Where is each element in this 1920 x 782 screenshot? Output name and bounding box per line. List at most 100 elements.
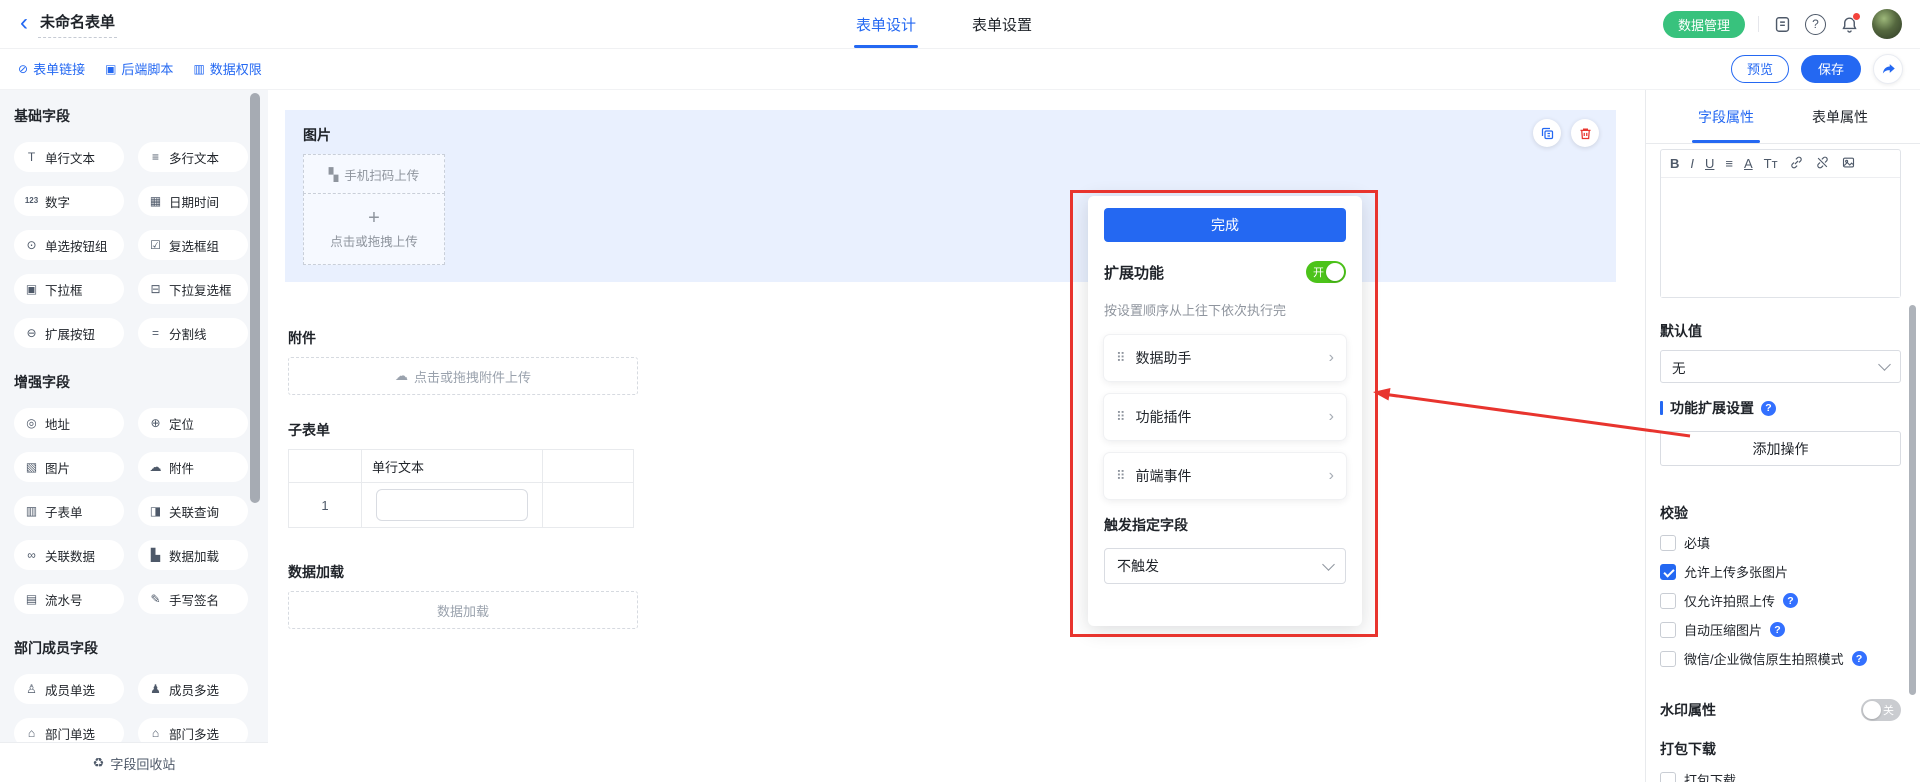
sidebar-field-item[interactable]: ✎手写签名 xyxy=(138,584,248,614)
underline-icon[interactable]: U xyxy=(1705,156,1714,171)
allow-multiple-images-checkbox[interactable] xyxy=(1660,564,1676,580)
sidebar-field-item[interactable]: ⊙单选按钮组 xyxy=(14,230,124,260)
align-icon[interactable]: ≡ xyxy=(1725,156,1733,171)
drag-handle-icon[interactable]: ⠿ xyxy=(1116,468,1126,484)
extension-card[interactable]: ⠿ 数据助手 › xyxy=(1104,335,1346,381)
sidebar-field-item[interactable]: ▥子表单 xyxy=(14,496,124,526)
default-value-select[interactable]: 无 xyxy=(1660,350,1901,383)
notification-bell-icon[interactable] xyxy=(1839,14,1859,34)
chevron-right-icon: › xyxy=(1329,349,1334,367)
copy-field-button[interactable] xyxy=(1533,119,1561,147)
qr-scan-upload-box[interactable]: ▚ 手机扫码上传 xyxy=(303,154,445,194)
data-load-placeholder-box[interactable]: 数据加载 xyxy=(288,591,638,629)
bold-icon[interactable]: B xyxy=(1670,156,1679,171)
sidebar-field-item[interactable]: ☁附件 xyxy=(138,452,248,482)
insert-link-icon[interactable] xyxy=(1789,155,1804,173)
sidebar-field-item[interactable]: ▙数据加载 xyxy=(138,540,248,570)
sidebar-field-item[interactable]: ◨关联查询 xyxy=(138,496,248,526)
help-circle-icon[interactable]: ? xyxy=(1770,622,1785,637)
extension-card[interactable]: ⠿ 功能插件 › xyxy=(1104,394,1346,440)
image-icon: ▧ xyxy=(24,461,39,473)
address-book-icon[interactable] xyxy=(1772,14,1792,34)
sidebar-field-item[interactable]: =分割线 xyxy=(138,318,248,348)
cloud-upload-icon: ☁ xyxy=(395,368,408,384)
image-field-selected[interactable]: 图片 ▚ 手机扫码上传 + 点击或拖拽上传 xyxy=(285,110,1616,282)
drag-handle-icon[interactable]: ⠿ xyxy=(1116,409,1126,425)
package-download-checkbox[interactable] xyxy=(1660,772,1676,782)
sidebar-field-item[interactable]: ☑复选框组 xyxy=(138,230,248,260)
data-load-field[interactable]: 数据加载 数据加载 xyxy=(288,562,638,629)
font-color-icon[interactable]: A xyxy=(1744,156,1753,171)
remove-link-icon[interactable] xyxy=(1815,155,1830,173)
tab-form-properties[interactable]: 表单属性 xyxy=(1812,90,1868,143)
auto-compress-checkbox[interactable] xyxy=(1660,622,1676,638)
help-circle-icon[interactable]: ? xyxy=(1761,401,1776,416)
description-input[interactable] xyxy=(1661,178,1900,297)
sidebar-field-item[interactable]: ♙成员单选 xyxy=(14,674,124,704)
sidebar-field-item[interactable]: ≡多行文本 xyxy=(138,142,248,172)
attachment-field[interactable]: 附件 ☁ 点击或拖拽附件上传 xyxy=(288,328,638,395)
avatar[interactable] xyxy=(1872,9,1902,39)
properties-panel: 字段属性 表单属性 B I U ≡ A Tᴛ 默认值 无 xyxy=(1645,90,1920,782)
field-label: 下拉复选框 xyxy=(169,280,232,299)
form-link-label: 表单链接 xyxy=(33,59,85,78)
tab-field-properties[interactable]: 字段属性 xyxy=(1698,90,1754,143)
sidebar-field-item[interactable]: ⌂部门多选 xyxy=(138,718,248,742)
field-label: 关联数据 xyxy=(45,546,95,565)
subform-field[interactable]: 子表单 单行文本 1 xyxy=(288,420,634,528)
tab-form-design[interactable]: 表单设计 xyxy=(852,0,920,48)
extension-card[interactable]: ⠿ 前端事件 › xyxy=(1104,453,1346,499)
sidebar-field-item[interactable]: ♟成员多选 xyxy=(138,674,248,704)
help-circle-icon[interactable]: ? xyxy=(1783,593,1798,608)
form-title[interactable]: 未命名表单 xyxy=(38,11,117,38)
properties-scrollbar[interactable] xyxy=(1909,305,1916,695)
function-extension-label: 功能扩展设置 xyxy=(1670,398,1754,418)
help-circle-icon[interactable]: ? xyxy=(1852,651,1867,666)
extension-toggle[interactable]: 开 xyxy=(1306,261,1346,283)
sidebar-scrollbar[interactable] xyxy=(250,93,260,503)
sidebar-field-item[interactable]: ▣下拉框 xyxy=(14,274,124,304)
field-recycle-bin[interactable]: ♻ 字段回收站 xyxy=(0,742,268,782)
sidebar-field-item[interactable]: ◎地址 xyxy=(14,408,124,438)
share-button[interactable] xyxy=(1873,54,1903,84)
sidebar-field-item[interactable]: ⊖扩展按钮 xyxy=(14,318,124,348)
sidebar-field-item[interactable]: 123数字 xyxy=(14,186,124,216)
tab-form-settings[interactable]: 表单设置 xyxy=(968,0,1036,48)
watermark-toggle[interactable]: 关 xyxy=(1861,699,1901,721)
data-manage-button[interactable]: 数据管理 xyxy=(1663,11,1745,38)
field-label: 附件 xyxy=(169,458,194,477)
sidebar-field-item[interactable]: ⌂部门单选 xyxy=(14,718,124,742)
drag-handle-icon[interactable]: ⠿ xyxy=(1116,350,1126,366)
sidebar-field-item[interactable]: ⊕定位 xyxy=(138,408,248,438)
multi-dropdown-icon: ⊟ xyxy=(148,283,163,295)
wechat-native-camera-checkbox[interactable] xyxy=(1660,651,1676,667)
data-permission-label: 数据权限 xyxy=(210,59,262,78)
delete-field-button[interactable] xyxy=(1571,119,1599,147)
attachment-upload-dropzone[interactable]: ☁ 点击或拖拽附件上传 xyxy=(288,357,638,395)
sidebar-field-item[interactable]: ⊟ 下拉复选框 xyxy=(138,274,248,304)
camera-only-checkbox[interactable] xyxy=(1660,593,1676,609)
insert-image-icon[interactable] xyxy=(1841,155,1856,173)
image-upload-dropzone[interactable]: + 点击或拖拽上传 xyxy=(303,193,445,265)
italic-icon[interactable]: I xyxy=(1690,156,1694,171)
form-link-button[interactable]: ⊘ 表单链接 xyxy=(18,59,85,78)
back-icon[interactable]: ‹ xyxy=(0,11,38,38)
done-button[interactable]: 完成 xyxy=(1104,208,1346,242)
member-fields-grid: ♙成员单选 ♟成员多选 ⌂部门单选 ⌂部门多选 xyxy=(14,674,268,742)
subform-text-input[interactable] xyxy=(376,489,528,521)
required-checkbox[interactable] xyxy=(1660,535,1676,551)
sidebar-field-item[interactable]: ▤流水号 xyxy=(14,584,124,614)
backend-script-button[interactable]: ▣ 后端脚本 xyxy=(105,59,173,78)
data-permission-button[interactable]: ▥ 数据权限 xyxy=(193,59,261,78)
help-icon[interactable]: ? xyxy=(1805,14,1826,35)
sidebar-field-item[interactable]: ∞关联数据 xyxy=(14,540,124,570)
sidebar-field-item[interactable]: T单行文本 xyxy=(14,142,124,172)
preview-button[interactable]: 预览 xyxy=(1731,55,1789,83)
save-button[interactable]: 保存 xyxy=(1801,55,1861,83)
member-multi-icon: ♟ xyxy=(148,683,163,695)
sidebar-field-item[interactable]: ▦日期时间 xyxy=(138,186,248,216)
sidebar-field-item[interactable]: ▧图片 xyxy=(14,452,124,482)
trigger-field-select[interactable]: 不触发 xyxy=(1104,548,1346,584)
font-size-icon[interactable]: Tᴛ xyxy=(1764,156,1778,171)
add-action-button[interactable]: 添加操作 xyxy=(1660,431,1901,466)
